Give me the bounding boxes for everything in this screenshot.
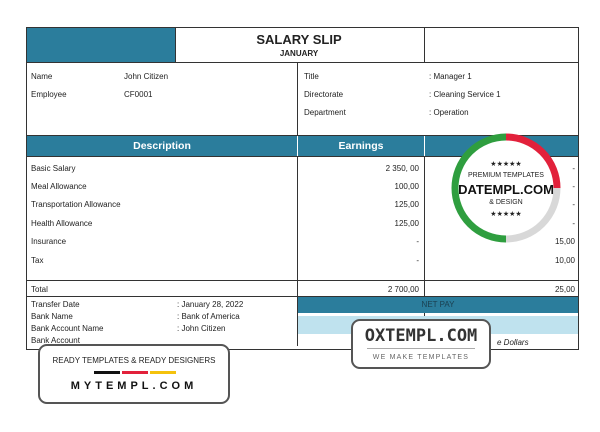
bank-account-name-value: : John Citizen [177,324,226,333]
title-value: : Manager 1 [429,72,472,81]
bank-name-value: : Bank of America [177,312,240,321]
employee-id-value: CF0001 [124,90,153,99]
page-title: SALARY SLIP [256,32,342,47]
title-label: Title [304,72,319,81]
header-logo-block [27,28,175,62]
datempl-seal: ★★★★★ PREMIUM TEMPLATES DATEMPL.COM & DE… [451,133,561,243]
oxtempl-watermark: OXTEMPL.COM WE MAKE TEMPLATES [351,319,491,369]
slip-month: JANUARY [279,49,319,58]
color-strip-black [94,371,120,374]
total-earnings: 2 700,00 [387,285,419,294]
oxtempl-main: OXTEMPL.COM [364,326,478,346]
seal-stars-top: ★★★★★ [490,161,522,168]
employee-id-label: Employee [31,90,67,99]
oxtempl-sub: WE MAKE TEMPLATES [372,354,470,361]
color-strip-red [122,371,148,374]
seal-line-premium: PREMIUM TEMPLATES [468,172,544,179]
total-deductions: 25,00 [554,285,575,294]
mytempl-brand: MYTEMPL.COM [70,380,198,392]
net-pay-in-words: e Dollars [497,338,529,347]
transfer-date-label: Transfer Date [31,300,80,309]
employee-name-value: John Citizen [124,72,169,81]
total-label: Total [31,285,48,294]
description-header: Description [133,140,191,152]
transfer-date-value: : January 28, 2022 [177,300,244,309]
seal-stars-bottom: ★★★★★ [490,211,522,218]
earnings-header: Earnings [338,140,384,152]
department-value: : Operation [429,108,469,117]
directorate-value: : Cleaning Service 1 [429,90,501,99]
seal-line-datempl: DATEMPL.COM [458,182,554,197]
net-pay-label: NET PAY [421,300,455,309]
seal-line-design: & DESIGN [489,199,523,206]
mytempl-tagline: READY TEMPLATES & READY DESIGNERS [52,356,216,365]
department-label: Department [304,108,346,117]
bank-account-name-label: Bank Account Name [31,324,104,333]
color-strip-yellow [150,371,176,374]
employee-name-label: Name [31,72,53,81]
directorate-label: Directorate [304,90,344,99]
mytempl-watermark: READY TEMPLATES & READY DESIGNERS MYTEMP… [38,344,230,404]
bank-name-label: Bank Name [31,312,73,321]
